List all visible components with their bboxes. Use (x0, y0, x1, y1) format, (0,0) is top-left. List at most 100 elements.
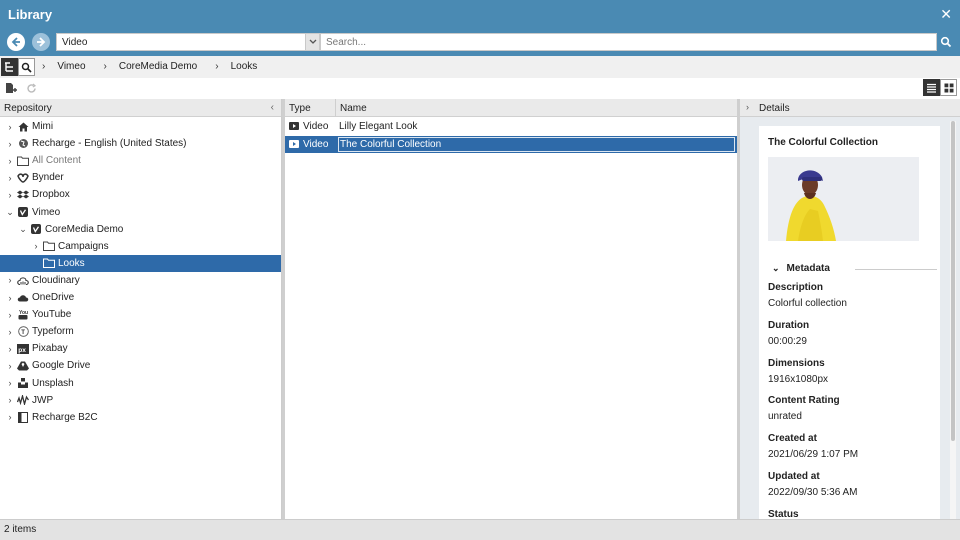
column-header-type[interactable]: Type (289, 103, 311, 114)
chevron-right-icon[interactable]: › (6, 275, 14, 285)
tree-item[interactable]: › Unsplash (0, 375, 281, 392)
chevron-right-icon[interactable]: › (6, 327, 14, 337)
column-header-name[interactable]: Name (340, 103, 367, 114)
breadcrumb-bar: › Vimeo › CoreMedia Demo › Looks (0, 56, 960, 78)
chevron-right-icon: › (215, 61, 219, 72)
home-icon (17, 121, 29, 133)
tree-item[interactable]: › Mimi (0, 118, 281, 135)
tree-item[interactable]: › Dropbox (0, 186, 281, 203)
metadata-label: Created at (768, 433, 817, 445)
google-drive-icon (17, 360, 29, 372)
chevron-right-icon[interactable]: › (6, 156, 14, 166)
tree-item[interactable]: ⌄ CoreMedia Demo (0, 221, 281, 238)
chevron-right-icon[interactable]: › (6, 122, 14, 132)
chevron-right-icon[interactable]: › (6, 378, 14, 388)
tree-item[interactable]: ⌄ Vimeo (0, 204, 281, 221)
grid-icon (944, 83, 953, 92)
svg-text:T: T (21, 330, 25, 336)
tree-item[interactable]: › Cloudinary (0, 272, 281, 289)
chevron-right-icon[interactable]: › (6, 190, 14, 200)
refresh-icon (26, 83, 36, 93)
tree-mode-button[interactable] (1, 58, 18, 76)
chevron-right-icon[interactable]: › (6, 395, 14, 405)
tree-item[interactable]: › Campaigns (0, 238, 281, 255)
view-toggle (923, 79, 957, 96)
search-icon (940, 36, 952, 48)
tree-item[interactable]: › Bynder (0, 169, 281, 186)
chevron-right-icon[interactable]: › (6, 344, 14, 354)
item-count: 2 items (4, 524, 37, 535)
tree-icon (5, 61, 13, 72)
chevron-right-icon[interactable]: › (6, 361, 14, 371)
tree-item[interactable]: › Google Drive (0, 357, 281, 374)
chevron-right-icon[interactable]: › (6, 173, 14, 183)
tree-item-label: Bynder (32, 172, 64, 184)
forward-button[interactable] (32, 33, 50, 51)
row-type: Video (303, 139, 329, 150)
chevron-right-icon[interactable]: › (6, 139, 14, 149)
video-thumbnail[interactable] (768, 157, 919, 241)
metadata-label: Content Rating (768, 395, 840, 407)
status-bar: 2 items (0, 519, 960, 540)
close-icon[interactable]: ✕ (940, 6, 952, 23)
metadata-value: 2021/06/29 1:07 PM (768, 449, 859, 461)
metadata-label: Dimensions (768, 357, 825, 369)
chevron-right-icon[interactable]: › (6, 310, 14, 320)
breadcrumb-item[interactable]: Looks (231, 61, 258, 72)
breadcrumb-item[interactable]: Vimeo (57, 61, 85, 72)
folder-icon (43, 257, 55, 269)
collapse-left-icon[interactable]: ‹ (271, 102, 274, 113)
chevron-down-icon[interactable]: ⌄ (19, 224, 27, 235)
site-icon (17, 411, 29, 423)
tree-item[interactable]: › JWP (0, 392, 281, 409)
new-document-button[interactable] (4, 81, 18, 95)
chevron-right-icon[interactable]: › (6, 412, 14, 422)
breadcrumb-item[interactable]: CoreMedia Demo (119, 61, 197, 72)
details-scrollbar[interactable] (950, 121, 956, 519)
details-item-title: The Colorful Collection (768, 137, 878, 148)
youtube-icon: You (17, 309, 29, 321)
metadata-title: Metadata (786, 263, 830, 274)
table-row[interactable]: Video Lilly Elegant Look (285, 118, 737, 135)
tree-item[interactable]: › T Typeform (0, 323, 281, 340)
tree-item-label: OneDrive (32, 292, 75, 303)
tree-item-label: CoreMedia Demo (45, 223, 124, 235)
tree-item-label: YouTube (32, 309, 72, 321)
list-view-button[interactable] (923, 79, 940, 96)
tree-item[interactable]: › Recharge - English (United States) (0, 135, 281, 152)
type-filter-field[interactable]: Video (56, 33, 306, 51)
grid-view-button[interactable] (940, 79, 957, 96)
table-row[interactable]: Video The Colorful Collection (285, 136, 737, 153)
tree-item[interactable]: › All Content (0, 152, 281, 169)
search-mode-button[interactable] (18, 58, 35, 76)
tree-item[interactable]: › px Pixabay (0, 340, 281, 357)
tree-item[interactable]: › OneDrive (0, 289, 281, 306)
tree-item[interactable]: › Recharge B2C (0, 409, 281, 426)
search-button[interactable] (937, 33, 955, 51)
window-title: Library (8, 7, 53, 22)
expand-panel-icon[interactable]: › (746, 102, 749, 112)
folder-icon (43, 240, 55, 252)
chevron-right-icon[interactable]: › (6, 293, 14, 303)
refresh-button[interactable] (24, 81, 38, 95)
tree-item-label: Recharge B2C (32, 411, 98, 423)
details-card: The Colorful Collection ⌄ Metadata Descr… (759, 126, 940, 519)
cloudinary-icon (17, 274, 29, 286)
search-input[interactable] (320, 33, 937, 51)
row-name: Lilly Elegant Look (339, 121, 418, 132)
chevron-right-icon[interactable]: › (32, 241, 40, 251)
svg-text:px: px (18, 347, 26, 354)
chevron-right-icon: › (42, 61, 46, 72)
chevron-down-icon[interactable]: ⌄ (6, 207, 14, 218)
type-filter-dropdown[interactable] (305, 33, 320, 51)
vimeo-icon (17, 206, 29, 218)
chevron-right-icon: › (103, 61, 107, 72)
metadata-value: 00:00:29 (768, 335, 807, 347)
tree-item[interactable]: › You YouTube (0, 306, 281, 323)
metadata-section-header[interactable]: ⌄ Metadata (772, 263, 830, 274)
back-button[interactable] (7, 33, 25, 51)
folder-icon (17, 155, 29, 167)
tree-item[interactable]: Looks (0, 254, 281, 272)
tree-item-label: Google Drive (32, 360, 91, 372)
chevron-down-icon (309, 39, 316, 44)
